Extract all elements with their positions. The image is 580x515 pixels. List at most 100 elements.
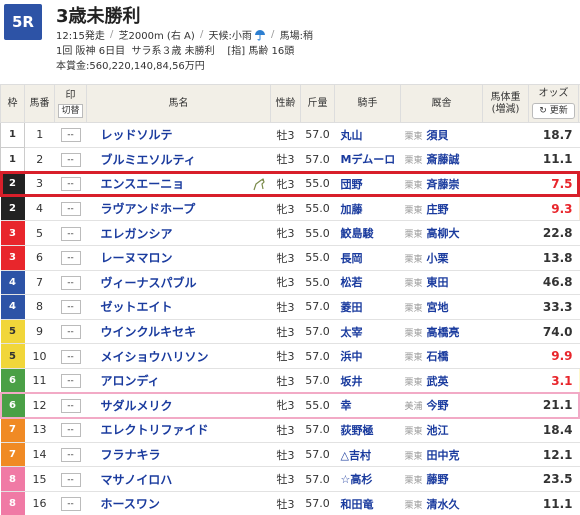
- mark-select[interactable]: --: [60, 128, 81, 143]
- mark-select[interactable]: --: [60, 448, 81, 463]
- mark-select[interactable]: --: [60, 325, 81, 340]
- mark-select[interactable]: --: [60, 275, 81, 290]
- mark-select[interactable]: --: [60, 423, 81, 438]
- sex-age: 牝3: [270, 171, 301, 197]
- table-row[interactable]: 7 14 -- フラナキラ 牡3 57.0 △吉村 栗東田中克 12.1 6: [0, 441, 580, 468]
- odds-value: 18.4: [528, 417, 579, 443]
- trainer-link[interactable]: 斉藤崇: [427, 178, 460, 191]
- trainer-link[interactable]: 田中克: [427, 449, 460, 462]
- horse-name-link[interactable]: マサノイロハ: [101, 473, 173, 487]
- jockey-link[interactable]: 太宰: [334, 318, 401, 345]
- table-row[interactable]: 4 7 -- ヴィーナスパブル 牝3 55.0 松若 栗東東田 46.8 15: [0, 269, 580, 296]
- mark-select[interactable]: --: [60, 497, 81, 512]
- table-row[interactable]: 8 16 -- ホースワン 牡3 57.0 和田竜 栗東清水久 11.1 5: [0, 490, 580, 515]
- sex-age: 牡3: [270, 417, 301, 443]
- odds-value: 11.1: [528, 490, 579, 515]
- horse-name-link[interactable]: ホースワン: [101, 497, 160, 511]
- trainer-link[interactable]: 須貝: [427, 129, 449, 142]
- table-row[interactable]: 1 1 -- レッドソルテ 牡3 57.0 丸山 栗東須貝 18.7 9: [0, 122, 580, 148]
- trainer-link[interactable]: 宮地: [427, 301, 449, 314]
- jockey-link[interactable]: Mデムーロ: [334, 146, 401, 173]
- trainer-link[interactable]: 武英: [427, 375, 449, 388]
- trainer-link[interactable]: 庄野: [427, 203, 449, 216]
- horse-name-link[interactable]: エンスエーニョ: [101, 177, 185, 191]
- stable-cell: 栗東 武英: [400, 367, 483, 394]
- conditions: サラ系３歳 未勝利: [131, 46, 215, 57]
- trainer-link[interactable]: 石橋: [427, 350, 449, 363]
- horse-name-link[interactable]: ラヴアンドホープ: [101, 202, 196, 216]
- horse-name-link[interactable]: エレガンシア: [101, 227, 173, 241]
- stable-cell: 美浦 今野: [400, 392, 483, 419]
- trainer-link[interactable]: 今野: [427, 399, 449, 412]
- horse-name-link[interactable]: アロンディ: [101, 374, 160, 388]
- table-row[interactable]: 2 4 -- ラヴアンドホープ 牝3 55.0 加藤 栗東庄野 9.3 3: [0, 195, 580, 222]
- jockey-link[interactable]: 鮫島駿: [334, 220, 401, 246]
- odds-update-button[interactable]: ↻ 更新: [532, 103, 575, 119]
- race-header: 5R 3歳未勝利 12:15発走 / 芝2000m (右 A) / 天候:小雨 …: [0, 0, 580, 76]
- jockey-link[interactable]: 坂井: [334, 367, 401, 394]
- trainer-link[interactable]: 東田: [427, 276, 449, 289]
- trainer-link[interactable]: 小栗: [427, 252, 449, 265]
- mark-select[interactable]: --: [60, 251, 81, 266]
- category: [指] 馬齢 16頭: [227, 46, 295, 57]
- horse-name-cell: レーヌマロン: [86, 244, 271, 271]
- jockey-link[interactable]: 幸: [334, 392, 401, 419]
- table-row[interactable]: 6 12 -- サダルメリク 牝3 55.0 幸 美浦今野 21.1 10: [0, 392, 580, 419]
- carried-weight: 57.0: [300, 490, 335, 515]
- trainer-link[interactable]: 高柳大: [427, 227, 460, 240]
- body-weight: [482, 269, 529, 296]
- mark-select[interactable]: --: [60, 202, 81, 217]
- mark-select[interactable]: --: [60, 226, 81, 241]
- jockey-link[interactable]: 団野: [334, 171, 401, 197]
- trainer-link[interactable]: 高橋亮: [427, 326, 460, 339]
- horse-name-link[interactable]: メイショウハリソン: [101, 350, 209, 364]
- horse-name-link[interactable]: ブルミエソルティ: [101, 153, 196, 167]
- stable-region: 栗東: [404, 205, 423, 216]
- mark-select[interactable]: --: [60, 398, 81, 413]
- jockey-link[interactable]: ☆高杉: [334, 466, 401, 492]
- mark-switch-button[interactable]: 切替: [58, 103, 83, 118]
- mark-select[interactable]: --: [60, 472, 81, 487]
- race-title: 3歳未勝利: [56, 6, 141, 27]
- horse-name-link[interactable]: ゼットエイト: [101, 300, 173, 314]
- jockey-link[interactable]: 松若: [334, 269, 401, 296]
- mark-select[interactable]: --: [60, 152, 81, 167]
- mark-select[interactable]: --: [60, 177, 81, 192]
- trainer-link[interactable]: 斎藤誠: [427, 153, 460, 166]
- trainer-link[interactable]: 藤野: [427, 473, 449, 486]
- mark-select[interactable]: --: [60, 349, 81, 364]
- table-row[interactable]: 8 15 -- マサノイロハ 牡3 57.0 ☆高杉 栗東藤野 23.5 12: [0, 466, 580, 492]
- jockey-link[interactable]: 加藤: [334, 195, 401, 222]
- jockey-link[interactable]: 和田竜: [334, 490, 401, 515]
- table-row[interactable]: 4 8 -- ゼットエイト 牡3 57.0 菱田 栗東宮地 33.3 14: [0, 294, 580, 320]
- trainer-link[interactable]: 清水久: [427, 498, 460, 511]
- table-row[interactable]: 5 9 -- ウインクルキセキ 牡3 57.0 太宰 栗東高橋亮 74.0 16: [0, 318, 580, 345]
- waku-cell: 7: [0, 441, 25, 468]
- jockey-link[interactable]: 丸山: [334, 122, 401, 148]
- horse-name-link[interactable]: ウインクルキセキ: [101, 325, 197, 339]
- mark-select[interactable]: --: [60, 300, 81, 315]
- horse-name-link[interactable]: ヴィーナスパブル: [101, 276, 197, 290]
- horse-name-link[interactable]: レーヌマロン: [101, 251, 173, 265]
- header-horse: 馬名: [86, 84, 271, 123]
- jockey-link[interactable]: 浜中: [334, 343, 401, 369]
- horse-name-link[interactable]: フラナキラ: [101, 448, 161, 462]
- table-row[interactable]: 3 5 -- エレガンシア 牝3 55.0 鮫島駿 栗東高柳大 22.8 11: [0, 220, 580, 246]
- trainer-link[interactable]: 池江: [427, 424, 449, 437]
- table-row[interactable]: 7 13 -- エレクトリファイド 牡3 57.0 荻野極 栗東 池江 18.4 …: [0, 417, 580, 443]
- table-row[interactable]: 3 6 -- レーヌマロン 牝3 55.0 長岡 栗東小栗 13.8 7: [0, 244, 580, 271]
- table-row[interactable]: 6 11 -- アロンディ 牡3 57.0 坂井 栗東武英 3.1 1: [0, 367, 580, 394]
- table-row[interactable]: 5 10 -- メイショウハリソン 牡3 57.0 浜中 栗東石橋 9.9 4: [0, 343, 580, 369]
- mark-cell: --: [54, 441, 87, 468]
- jockey-link[interactable]: 長岡: [334, 244, 401, 271]
- horse-name-link[interactable]: サダルメリク: [101, 399, 173, 413]
- mark-select[interactable]: --: [60, 374, 81, 389]
- table-row[interactable]: 1 2 -- ブルミエソルティ 牡3 57.0 Mデムーロ 栗東 斎藤誠 11.1…: [0, 146, 580, 173]
- horse-name-link[interactable]: エレクトリファイド: [101, 423, 209, 437]
- jockey-link[interactable]: 菱田: [334, 294, 401, 320]
- jockey-link[interactable]: △吉村: [334, 441, 401, 468]
- table-row[interactable]: 2 3 -- エンスエーニョ 牝3 55.0 団野 栗東斉藤崇 7.5 2: [0, 171, 580, 197]
- horse-name-link[interactable]: レッドソルテ: [101, 128, 173, 142]
- jockey-link[interactable]: 荻野極: [334, 417, 401, 443]
- odds-value: 9.9: [528, 343, 579, 369]
